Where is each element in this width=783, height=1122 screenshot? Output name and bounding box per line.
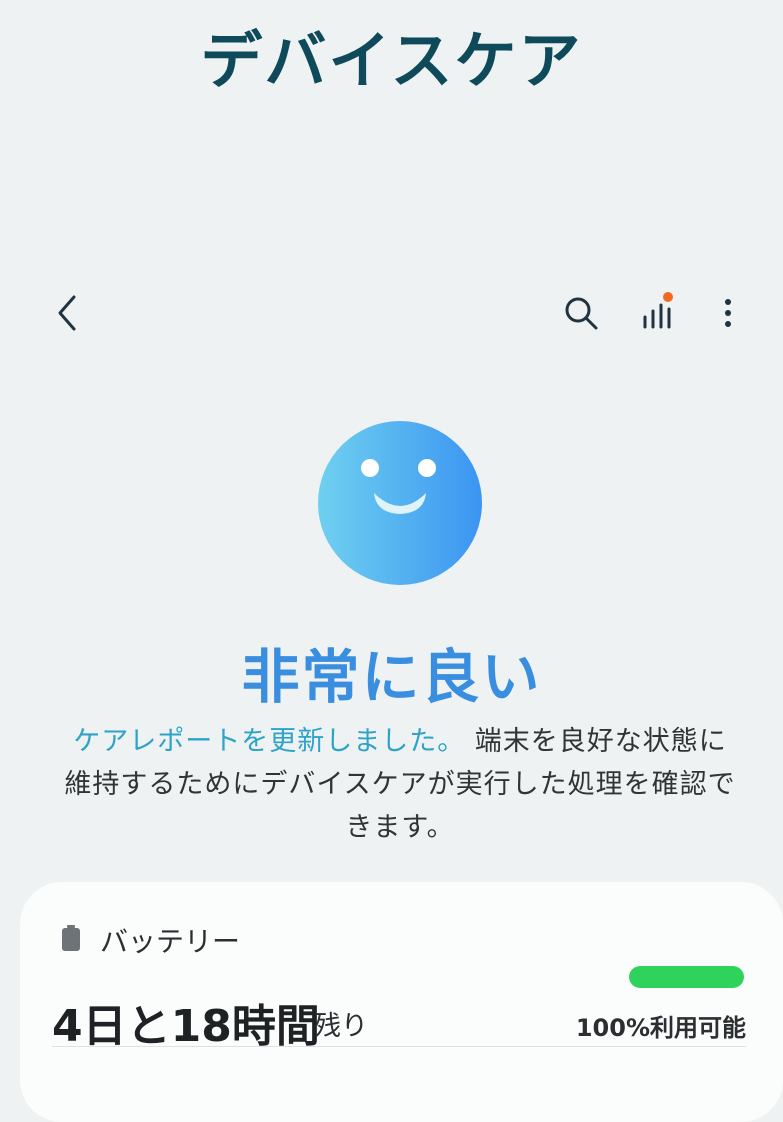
card-divider [52, 1046, 746, 1047]
care-report-link[interactable]: ケアレポートを更新しました。 [73, 726, 465, 757]
toolbar [0, 285, 783, 341]
more-vertical-icon [725, 299, 731, 327]
battery-icon [62, 925, 80, 951]
page-title: デバイスケア [200, 24, 583, 97]
notification-dot [663, 292, 673, 302]
battery-level-bar [629, 966, 744, 988]
search-icon [565, 297, 598, 330]
stats-button[interactable] [630, 285, 686, 341]
more-options-button[interactable] [700, 285, 756, 341]
battery-level-fill [629, 966, 744, 988]
battery-time-suffix: 残り [314, 1011, 368, 1042]
battery-title: バッテリー [100, 925, 241, 958]
battery-time-remaining: 4日と18時間 [52, 1001, 320, 1052]
smiley-icon [318, 421, 482, 585]
battery-availability: 100%利用可能 [575, 1014, 746, 1042]
search-button[interactable] [553, 285, 609, 341]
chevron-left-icon [58, 295, 76, 331]
back-button[interactable] [40, 285, 96, 341]
status-label: 非常に良い [241, 643, 542, 711]
battery-card[interactable]: バッテリー 4日と18時間 残り 100%利用可能 [20, 882, 783, 1122]
status-description: ケアレポートを更新しました。 端末を良好な状態に維持するためにデバイスケアが実行… [60, 720, 740, 849]
